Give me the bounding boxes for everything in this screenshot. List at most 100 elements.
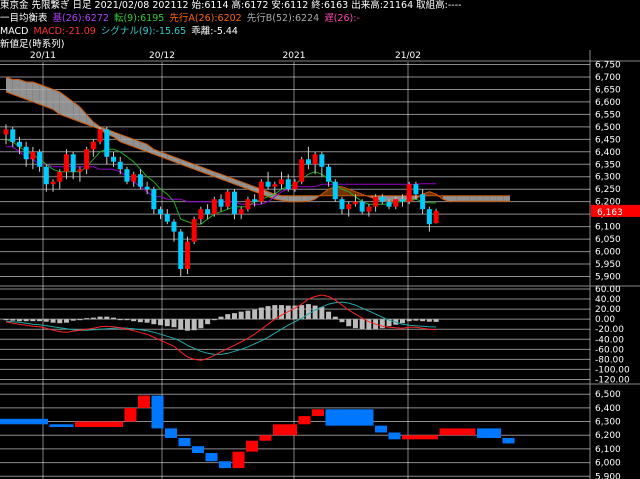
macd-histogram-bar [104,316,110,320]
candle-body [305,159,311,165]
date-label: 21/02 [395,51,421,61]
newprice-tick-label: 6,400 [595,404,621,414]
macd-histogram-bar [225,314,231,320]
macd-histogram-bar [245,310,251,320]
price-tick-label: 6,000 [595,248,621,258]
signal-value: シグナル(9):-15.65 [100,26,187,37]
candle-body [211,199,217,215]
macd-tick-label: 20.00 [595,305,621,315]
macd-histogram-bar [3,319,9,321]
candle-body [319,154,325,167]
macd-histogram-bar [191,319,197,331]
cloud-segment [456,195,463,202]
newprice-block [165,428,177,438]
newprice-block [259,435,272,441]
newprice-block [151,395,164,429]
newprice-block [298,416,311,425]
macd-line [5,294,437,361]
kijun-value: 基(26):6272 [52,13,109,24]
candle-body [198,209,204,220]
newprice-tick-label: 6,000 [595,459,621,469]
macd-histogram-bar [10,319,16,321]
cloud-segment [476,195,484,202]
candle-body [332,181,338,200]
macd-histogram-bar [137,319,143,323]
candle-body [50,181,56,185]
cloud-segment [489,195,497,202]
cloud-segment [294,195,302,202]
macd-tick-label: -40.00 [595,335,624,345]
macd-histogram-bar [171,319,177,328]
cloud-segment [288,195,295,202]
candle-body [352,201,358,205]
cloud-segment [39,84,47,107]
candle-body [312,154,318,165]
macd-label: MACD [0,26,29,37]
newprice-block [273,424,297,436]
cloud-segment [66,96,74,120]
candle-body [37,151,43,167]
candle-body [326,166,332,182]
candle-body [131,174,137,182]
macd-tick-label: -100.00 [595,365,630,375]
price-tick-label: 6,100 [595,223,621,233]
date-label: 2021 [283,51,306,61]
cloud-segment [483,195,490,202]
date-label: 20/11 [30,51,56,61]
header-line-4: 新値足(時系列) [0,39,66,51]
macd-histogram-bar [420,319,426,322]
candle-body [43,166,49,185]
macd-histogram-bar [279,305,285,320]
candle-body [164,214,170,222]
macd-histogram-bar [231,313,237,320]
candle-body [178,231,184,270]
newprice-block [49,424,74,428]
newprice-block [75,421,123,428]
macd-histogram-bar [359,319,365,330]
price-tick-label: 6,300 [595,173,621,183]
macd-histogram-bar [131,319,137,322]
macd-histogram-bar [184,319,190,331]
macd-tick-label: -80.00 [595,355,624,365]
macd-histogram-bar [413,319,419,321]
newprice-block [477,428,501,438]
candle-body [413,184,419,195]
macd-histogram-bar [144,319,150,323]
candle-body [57,171,63,182]
candle-body [433,210,439,224]
macd-value: MACD:-21.09 [33,26,96,37]
macd-histogram-bar [90,317,96,320]
macd-histogram-bar [198,319,204,329]
price-tick-label: 5,900 [595,273,621,283]
macd-panel [3,294,439,361]
candle-body [218,199,224,207]
macd-histogram-bar [77,319,83,321]
newprice-block [219,461,231,469]
newprice-tick-label: 6,100 [595,445,621,455]
new-price-label: 新値足(時系列) [0,39,65,50]
cloud-segment [462,195,470,202]
newprice-block [232,451,245,469]
newprice-tick-label: 6,300 [595,418,621,428]
candle-body [373,196,379,207]
candle-body [366,206,372,212]
span-b-line [5,76,510,197]
macd-histogram-bar [426,319,432,322]
candle-body [104,129,110,157]
macd-histogram-bar [57,319,63,324]
candle-body [406,184,412,202]
newprice-block [192,446,204,454]
price-tick-label: 6,700 [595,73,621,83]
price-tick-label: 6,250 [595,185,621,195]
candle-body [272,184,278,187]
price-tick-label: 6,500 [595,123,621,133]
macd-histogram-bar [352,319,358,329]
macd-histogram-bar [433,319,439,322]
header-line-3: MACD MACD:-21.09 シグナル(9):-15.65 乖離:-5.44 [0,26,240,38]
newprice-block [178,437,191,447]
price-tick-label: 6,550 [595,110,621,120]
candle-body [77,169,83,172]
header-line-1: 東京金 先限繋ぎ 日足 2021/02/08 202112 始:6114 高:6… [0,0,464,12]
newprice-block [402,435,438,440]
candle-body [292,181,298,190]
